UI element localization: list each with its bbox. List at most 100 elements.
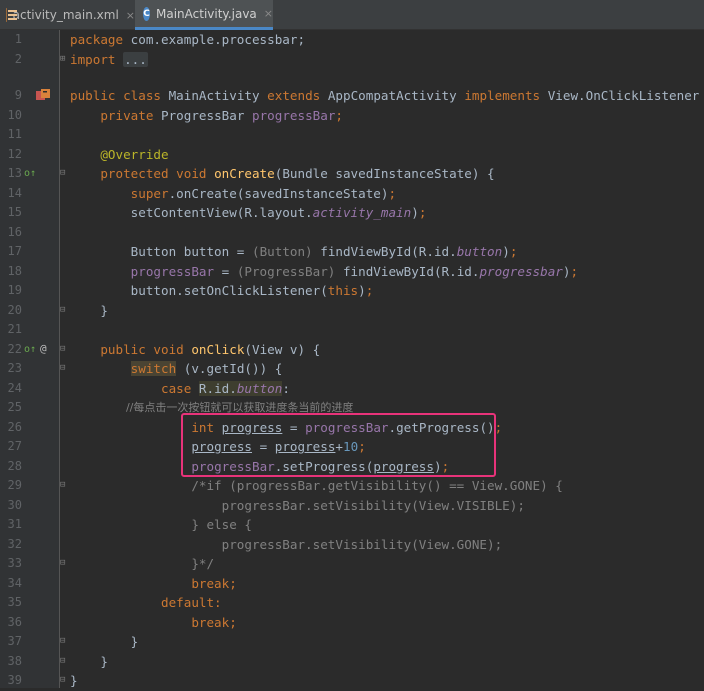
close-icon[interactable]: × (126, 9, 135, 22)
code-text: progressBar = (ProgressBar) findViewById… (70, 263, 579, 279)
code-text: break; (70, 614, 237, 630)
line-number: 24 (7, 380, 22, 395)
code-line: 21 (0, 320, 704, 340)
line-number: 27 (7, 439, 22, 453)
line-number: 34 (7, 575, 22, 590)
code-line: 36 break; (0, 613, 704, 633)
code-line: 1 package com.example.processbar; (0, 30, 704, 50)
code-text: public class MainActivity extends AppCom… (70, 88, 704, 103)
code-comment: progressBar.setVisibility(View.VISIBLE); (70, 497, 525, 513)
code-line: 10 private ProgressBar progressBar; (0, 106, 704, 126)
code-line: 34 break; (0, 574, 704, 594)
code-text: super.onCreate(savedInstanceState); (70, 185, 397, 201)
code-text: button.setOnClickListener(this); (70, 283, 374, 298)
code-text: package com.example.processbar; (70, 32, 306, 47)
line-number: 1 (14, 32, 22, 46)
code-line: 12 @Override (0, 145, 704, 165)
line-number: 32 (7, 536, 22, 551)
line-number: 2 (14, 51, 22, 66)
folded-imports[interactable]: ... (123, 51, 148, 67)
code-line: 2 ⊞ import ... (0, 50, 704, 70)
code-text: break; (70, 575, 237, 591)
code-text: } (70, 302, 108, 318)
override-icon[interactable]: o↑ (24, 168, 36, 180)
close-icon[interactable]: × (264, 7, 273, 20)
code-line: 16 (0, 223, 704, 243)
code-text: private ProgressBar progressBar; (70, 107, 343, 123)
fold-minus-icon[interactable]: ⊟ (60, 364, 69, 373)
line-number: 10 (7, 107, 22, 122)
code-comment: progressBar.setVisibility(View.GONE); (70, 536, 503, 552)
fold-minus-icon[interactable]: ⊟ (60, 169, 69, 178)
line-number: 31 (7, 517, 22, 531)
xml-file-icon (6, 8, 13, 22)
line-number: 13 (7, 166, 22, 180)
line-number: 35 (7, 595, 22, 609)
line-number: 11 (7, 127, 22, 141)
line-number: 26 (7, 419, 22, 434)
code-line: 24 case R.id.button: (0, 379, 704, 399)
java-class-icon: C (143, 6, 150, 21)
code-line: 17 Button button = (Button) findViewById… (0, 242, 704, 262)
fold-minus-icon[interactable]: ⊟ (60, 481, 69, 490)
code-line: 20 ⊟ } (0, 301, 704, 321)
line-number: 17 (7, 244, 22, 258)
line-number: 16 (7, 224, 22, 239)
code-text: switch (v.getId()) { (130, 361, 283, 376)
line-number: 23 (7, 361, 22, 375)
code-line: 13 o↑ ⊟ protected void onCreate(Bundle s… (0, 164, 704, 184)
code-line: 11 (0, 125, 704, 145)
code-editor[interactable]: 1 package com.example.processbar; 2 ⊞ im… (0, 30, 704, 688)
line-number: 29 (7, 478, 22, 492)
line-number: 28 (7, 458, 22, 473)
line-number: 21 (7, 322, 22, 336)
code-text: protected void onCreate(Bundle savedInst… (70, 166, 495, 181)
code-text: setContentView(R.layout.activity_main); (70, 205, 427, 220)
code-line: 14 super.onCreate(savedInstanceState); (0, 184, 704, 204)
line-number: 9 (14, 88, 22, 102)
tab-main-activity-java[interactable]: C MainActivity.java × (135, 0, 273, 30)
code-text: import ... (70, 51, 148, 67)
code-line: 19 button.setOnClickListener(this); (0, 281, 704, 301)
code-text: @Override (70, 146, 169, 162)
tab-activity-main-xml[interactable]: activity_main.xml × (0, 0, 135, 30)
fold-minus-icon[interactable]: ⊟ (60, 637, 69, 646)
code-line: 37 ⊟ } (0, 632, 704, 652)
code-line: 30 progressBar.setVisibility(View.VISIBL… (0, 496, 704, 516)
fold-minus-icon[interactable]: ⊟ (60, 305, 69, 315)
line-number: 15 (7, 205, 22, 219)
annotation-at-icon[interactable]: @ (40, 342, 47, 355)
code-line: 18 progressBar = (ProgressBar) findViewB… (0, 262, 704, 282)
fold-plus-icon[interactable]: ⊞ (60, 54, 69, 64)
implements-override-icon[interactable]: o↑ (24, 344, 36, 356)
code-comment: }*/ (70, 556, 215, 571)
fold-minus-icon[interactable]: ⊟ (60, 656, 69, 666)
line-number: 18 (7, 263, 22, 278)
line-number: 37 (7, 634, 22, 648)
code-comment: /*if (progressBar.getVisibility() == Vie… (70, 478, 563, 493)
code-line: 22 o↑ @ ⊟ public void onClick(View v) { (0, 340, 704, 360)
code-line: 9 public class MainActivity extends AppC… (0, 86, 704, 106)
line-number: 38 (7, 653, 22, 668)
code-line: 35 default: (0, 593, 704, 613)
tab-label: activity_main.xml (12, 8, 119, 22)
line-number: 30 (7, 497, 22, 512)
code-text: default: (70, 595, 222, 610)
class-file-icon[interactable] (36, 89, 50, 101)
line-number: 14 (7, 185, 22, 200)
line-number: 25 (7, 400, 22, 414)
highlight-box (181, 413, 496, 477)
code-line: 15 setContentView(R.layout.activity_main… (0, 203, 704, 223)
code-text: } (70, 634, 139, 649)
fold-minus-icon[interactable]: ⊟ (60, 344, 69, 354)
code-text: public void onClick(View v) { (70, 341, 321, 357)
line-number: 20 (7, 302, 22, 317)
line-number: 36 (7, 614, 22, 629)
fold-minus-icon[interactable]: ⊟ (60, 676, 69, 685)
line-number: 33 (7, 556, 22, 570)
line-number: 19 (7, 283, 22, 297)
fold-minus-icon[interactable]: ⊟ (60, 559, 69, 568)
code-text: case R.id.button: (70, 380, 290, 396)
code-line: 38 ⊟ } (0, 652, 704, 672)
tab-label: MainActivity.java (156, 6, 257, 21)
